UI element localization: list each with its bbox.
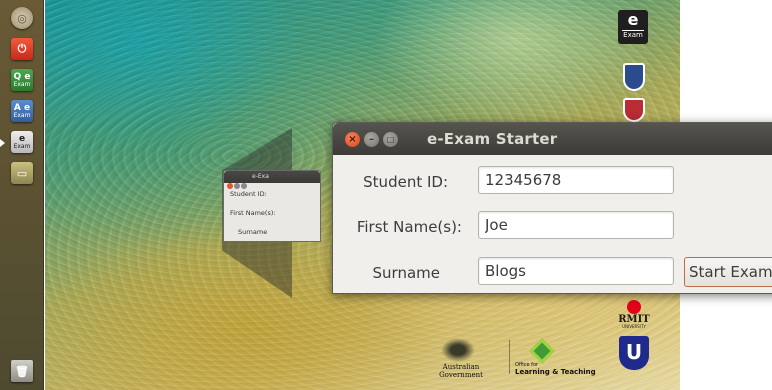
minimize-icon: – bbox=[369, 134, 374, 145]
shutdown-icon[interactable]: ⏻ bbox=[11, 38, 33, 60]
ae-exam-launcher-icon[interactable]: A e Exam bbox=[11, 100, 33, 122]
maximize-icon: □ bbox=[386, 135, 395, 144]
qe-exam-launcher-icon[interactable]: Q e Exam bbox=[11, 69, 33, 91]
student-id-label: Student ID: bbox=[363, 173, 448, 191]
window-minimize-button[interactable]: – bbox=[364, 132, 379, 147]
window-titlebar[interactable]: × – □ e-Exam Starter bbox=[333, 123, 772, 155]
e-exam-starter-window: × – □ e-Exam Starter Student ID: First N… bbox=[332, 122, 772, 294]
first-name-label: First Name(s): bbox=[356, 218, 462, 236]
university-crest-logo bbox=[623, 63, 645, 91]
start-exam-button[interactable]: Start Exam bbox=[684, 257, 772, 287]
window-close-button[interactable]: × bbox=[345, 132, 360, 147]
student-id-input[interactable] bbox=[478, 166, 674, 194]
e-exam-sub: Exam bbox=[13, 143, 31, 150]
first-name-input[interactable] bbox=[478, 211, 674, 239]
window-maximize-button[interactable]: □ bbox=[383, 132, 398, 147]
active-app-indicator bbox=[0, 139, 5, 147]
unity-launcher: ◎ ⏻ Q e Exam A e Exam e Exam ▭ 🗑 bbox=[0, 0, 44, 390]
window-title: e-Exam Starter bbox=[427, 130, 558, 148]
university-shield-letter: U bbox=[625, 340, 643, 364]
surname-input[interactable] bbox=[478, 257, 674, 285]
ghost-window: e-Exa Student ID: First Name(s): Surname bbox=[223, 170, 321, 242]
e-exam-logo: e Exam bbox=[618, 10, 648, 44]
university-crest-logo-2 bbox=[623, 98, 645, 122]
rmit-logo-sub: UNIVERSITY bbox=[622, 324, 646, 329]
australian-crest-icon bbox=[441, 338, 475, 362]
file-manager-icon[interactable]: ▭ bbox=[11, 162, 33, 184]
ghost-surname-label: Surname bbox=[238, 228, 268, 236]
qe-exam-sub: Exam bbox=[13, 81, 31, 88]
rmit-logo-dot bbox=[627, 300, 641, 314]
australian-government-text: Australian Government bbox=[439, 363, 483, 379]
ae-exam-sub: Exam bbox=[13, 112, 31, 119]
logo-divider bbox=[509, 340, 510, 374]
close-icon: × bbox=[348, 134, 357, 145]
dash-home-icon[interactable]: ◎ bbox=[11, 7, 33, 29]
ghost-first-name-label: First Name(s): bbox=[230, 209, 276, 217]
e-exam-logo-letter: e bbox=[627, 10, 639, 29]
ghost-student-id-label: Student ID: bbox=[230, 190, 267, 198]
trash-icon[interactable]: 🗑 bbox=[11, 360, 33, 382]
e-exam-logo-sub: Exam bbox=[622, 30, 644, 39]
surname-label: Surname bbox=[372, 264, 440, 282]
university-shield-logo: U bbox=[619, 336, 649, 370]
olt-logo-line2: Learning & Teaching bbox=[515, 368, 596, 376]
e-exam-launcher-icon[interactable]: e Exam bbox=[11, 131, 33, 153]
